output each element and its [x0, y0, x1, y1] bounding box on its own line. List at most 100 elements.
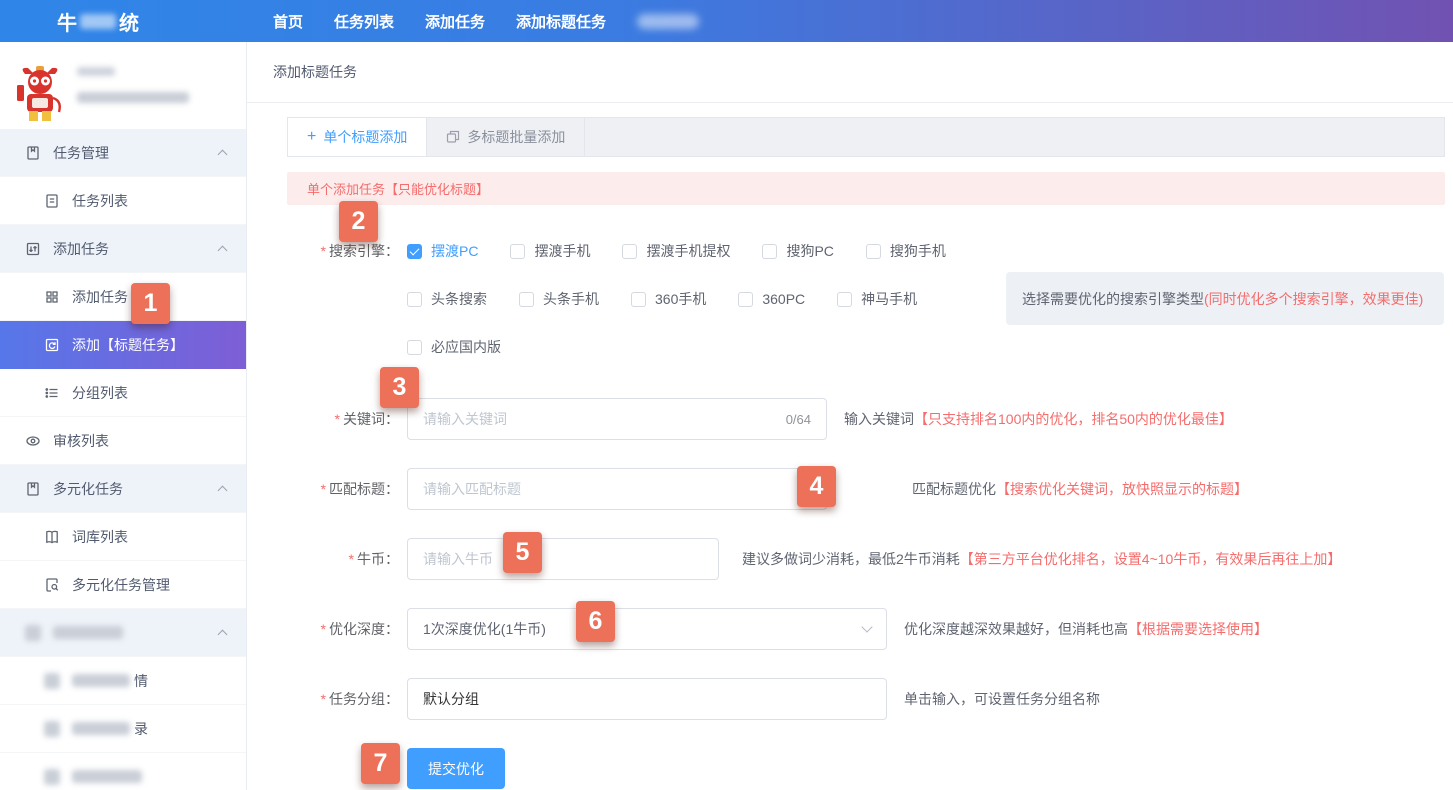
- sidebar-item-group-list[interactable]: 分组列表: [0, 369, 246, 417]
- match-title-note: 匹配标题优化【搜索优化关键词，放快照显示的标题】: [912, 468, 1248, 510]
- match-title-input[interactable]: [423, 481, 811, 497]
- chevron-up-icon: [218, 246, 228, 256]
- submit-button[interactable]: 提交优化: [407, 748, 505, 789]
- checkbox-icon: [622, 244, 637, 259]
- checkbox-engine[interactable]: 360手机: [631, 289, 706, 309]
- checkbox-engine[interactable]: 搜狗手机: [866, 241, 946, 261]
- step-badge-1: 1: [131, 283, 170, 324]
- engine-note-box: 选择需要优化的搜索引擎类型(同时优化多个搜索引擎，效果更佳): [1006, 272, 1444, 325]
- checkbox-label: 必应国内版: [431, 337, 501, 357]
- document-search-icon: [44, 577, 60, 593]
- checkbox-label: 360手机: [655, 289, 706, 309]
- tab-multi-title-batch-add[interactable]: 多标题批量添加: [427, 118, 585, 156]
- blurred-icon: [44, 673, 60, 689]
- note-text-red: (同时优化多个搜索引擎，效果更佳): [1204, 289, 1423, 309]
- checkbox-checked-icon: [407, 244, 422, 259]
- top-bar: 牛 统 首页 任务列表 添加任务 添加标题任务: [0, 0, 1453, 42]
- sidebar-item-blurred-bottom[interactable]: [0, 753, 246, 790]
- blurred-label: [72, 722, 130, 735]
- checkbox-icon: [837, 292, 852, 307]
- depth-select[interactable]: 1次深度优化(1牛币): [407, 608, 887, 650]
- sidebar-item-label: 任务列表: [72, 191, 128, 211]
- blurred-label: [72, 770, 142, 783]
- checkbox-engine[interactable]: 摆渡PC: [407, 241, 478, 261]
- topnav-home[interactable]: 首页: [273, 11, 303, 32]
- coin-input[interactable]: [423, 551, 703, 567]
- sidebar-item-review-list[interactable]: 审核列表: [0, 417, 246, 465]
- refresh-square-icon: [44, 337, 60, 353]
- sidebar-item-word-library[interactable]: 词库列表: [0, 513, 246, 561]
- topnav-task-list[interactable]: 任务列表: [334, 11, 394, 32]
- required-mark: *: [349, 551, 354, 567]
- list-lines-icon: [44, 385, 60, 401]
- form-row-match-title: *匹配标题： 匹配标题优化【搜索优化关键词，放快照显示的标题】: [287, 468, 1445, 510]
- checkbox-icon: [738, 292, 753, 307]
- group-input[interactable]: [423, 691, 871, 707]
- sidebar-item-add-title-task[interactable]: 添加【标题任务】: [0, 321, 246, 369]
- field-label: *任务分组：: [287, 678, 399, 720]
- form-row-depth: *优化深度： 1次深度优化(1牛币) 优化深度越深效果越好，但消耗也高【根据需要…: [287, 608, 1445, 650]
- sidebar-section-task-management[interactable]: 任务管理: [0, 129, 246, 177]
- topnav-blurred-item[interactable]: [637, 14, 699, 29]
- checkbox-engine[interactable]: 搜狗PC: [762, 241, 833, 261]
- checkbox-engine[interactable]: 神马手机: [837, 289, 917, 309]
- main-content: 添加标题任务 + 单个标题添加 多标题批量添加 单个添加任务【只能优化标题】: [247, 42, 1453, 790]
- engine-checkbox-rows: 摆渡PC 摆渡手机 摆渡手机提权 搜狗PC 搜狗手机 头条搜索 头条手机 360…: [407, 241, 978, 357]
- step-badge-2: 2: [339, 201, 378, 242]
- checkbox-engine[interactable]: 头条搜索: [407, 289, 487, 309]
- checkbox-engine[interactable]: 360PC: [738, 291, 805, 307]
- topnav-add-title-task[interactable]: 添加标题任务: [516, 11, 606, 32]
- field-label: *优化深度：: [287, 608, 399, 650]
- required-mark: *: [321, 691, 326, 707]
- checkbox-engine[interactable]: 摆渡手机提权: [622, 241, 730, 261]
- user-id-blurred: [77, 92, 189, 103]
- tab-single-title-add[interactable]: + 单个标题添加: [288, 118, 427, 156]
- plus-icon: +: [307, 129, 316, 145]
- breadcrumb: 添加标题任务: [247, 42, 1453, 103]
- batch-icon: [446, 130, 460, 144]
- coin-note: 建议多做词少消耗，最低2牛币消耗【第三方平台优化排名，设置4~10牛币，有效果后…: [742, 538, 1341, 580]
- checkbox-icon: [631, 292, 646, 307]
- checkbox-engine[interactable]: 头条手机: [519, 289, 599, 309]
- book-icon: [44, 529, 60, 545]
- sidebar-item-task-list[interactable]: 任务列表: [0, 177, 246, 225]
- sidebar-section-diversified-task[interactable]: 多元化任务: [0, 465, 246, 513]
- sidebar-section-add-task[interactable]: 添加任务: [0, 225, 246, 273]
- topnav-add-task[interactable]: 添加任务: [425, 11, 485, 32]
- sidebar-item-label: 词库列表: [72, 527, 128, 547]
- sidebar-item-blurred-record[interactable]: 录: [0, 705, 246, 753]
- sidebar-item-label: 录: [134, 719, 148, 739]
- tab-label: 单个标题添加: [323, 127, 407, 147]
- checkbox-engine[interactable]: 摆渡手机: [510, 241, 590, 261]
- keyword-input-box: 0/64: [407, 398, 827, 440]
- checkbox-engine[interactable]: 必应国内版: [407, 337, 501, 357]
- blurred-icon: [25, 625, 41, 641]
- keyword-input[interactable]: [423, 411, 778, 427]
- sidebar-item-add-task[interactable]: 添加任务: [0, 273, 246, 321]
- checkbox-label: 搜狗PC: [786, 241, 833, 261]
- sidebar-item-diversified-task-management[interactable]: 多元化任务管理: [0, 561, 246, 609]
- grid-icon: [44, 289, 60, 305]
- checkbox-label: 头条手机: [543, 289, 599, 309]
- logo-text-suffix: 统: [119, 7, 139, 36]
- engine-row-2: 头条搜索 头条手机 360手机 360PC 神马手机: [407, 289, 978, 309]
- checkbox-icon: [407, 340, 422, 355]
- field-label: *牛币：: [287, 538, 399, 580]
- note-text: 选择需要优化的搜索引擎类型: [1022, 289, 1204, 309]
- form-row-group: *任务分组： 单击输入，可设置任务分组名称: [287, 678, 1445, 720]
- checkbox-label: 360PC: [762, 291, 805, 307]
- sidebar-item-label: 添加【标题任务】: [72, 335, 184, 355]
- sidebar: 任务管理 任务列表 添加任务 添加任务 添加【标题任: [0, 42, 247, 790]
- step-badge-7: 7: [361, 743, 400, 784]
- sidebar-section-blurred[interactable]: [0, 609, 246, 657]
- sidebar-item-label: 任务管理: [53, 143, 109, 163]
- sidebar-item-label: 分组列表: [72, 383, 128, 403]
- sidebar-item-label: 多元化任务: [53, 479, 123, 499]
- notice-banner: 单个添加任务【只能优化标题】: [287, 172, 1445, 205]
- sidebar-item-blurred-detail[interactable]: 情: [0, 657, 246, 705]
- keyword-note: 输入关键词【只支持排名100内的优化，排名50内的优化最佳】: [844, 398, 1233, 440]
- transfer-grid-icon: [25, 241, 41, 257]
- add-title-task-form: *搜索引擎： 摆渡PC 摆渡手机 摆渡手机提权 搜狗PC 搜狗手机 头条搜索 头…: [287, 241, 1445, 789]
- chevron-up-icon: [218, 630, 228, 640]
- mascot-logo: [17, 65, 63, 122]
